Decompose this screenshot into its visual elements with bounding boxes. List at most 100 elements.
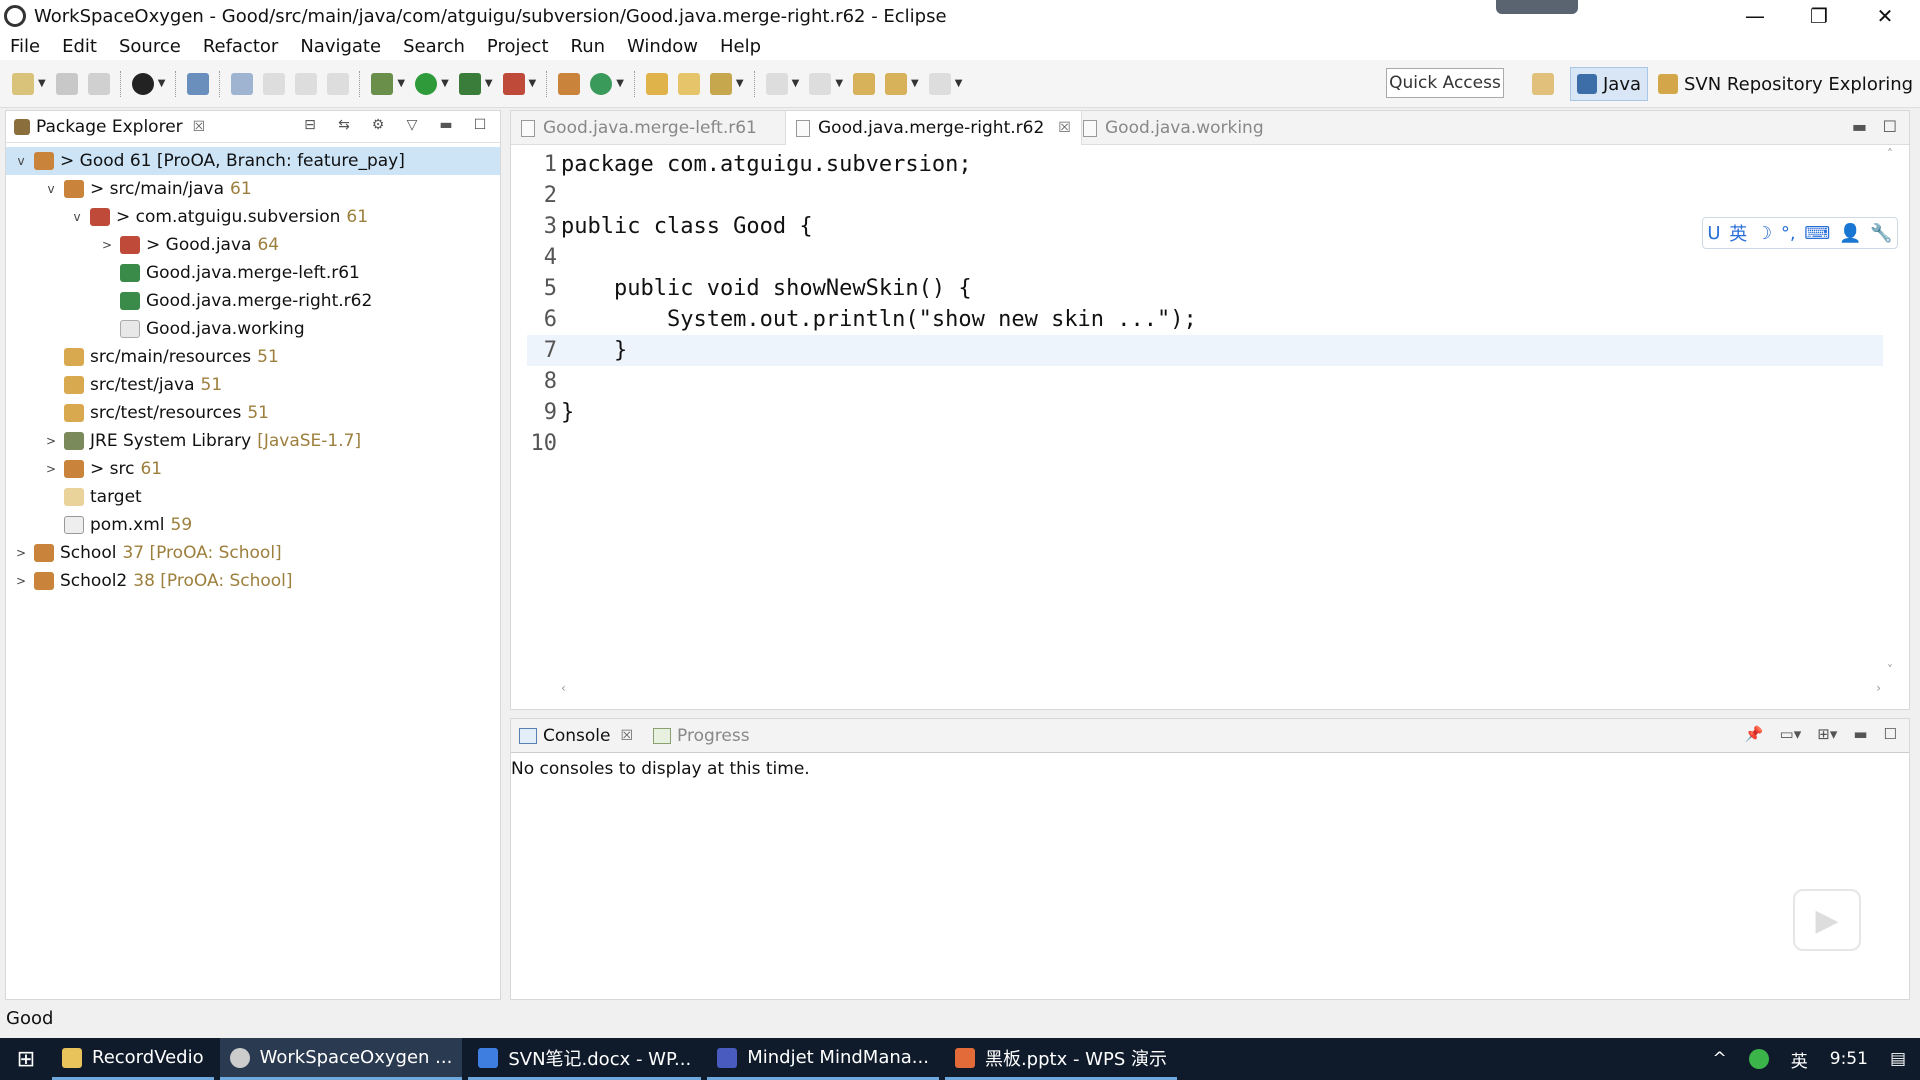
tab-merge-right[interactable]: Good.java.merge-right.r62 ☒ — [785, 111, 1082, 145]
scroll-left-icon[interactable]: ‹ — [561, 681, 566, 695]
tab-progress[interactable]: Progress — [645, 719, 758, 753]
taskbar-app-wps-writer[interactable]: SVN笔记.docx - WP... — [468, 1038, 702, 1080]
ime-moon-icon[interactable]: ☽ — [1756, 223, 1772, 244]
open-perspective-icon[interactable] — [1532, 73, 1554, 95]
search-dropdown-icon[interactable]: ▼ — [736, 78, 744, 89]
tree-item-src-test-java[interactable]: src/test/java 51 — [6, 371, 500, 399]
back-dropdown-icon[interactable]: ▼ — [911, 78, 919, 89]
minimize-view-icon[interactable]: ▬ — [1852, 117, 1867, 136]
code-editor[interactable]: 1 package com.atguigu.subversion; 2 3 publ… — [527, 149, 1883, 679]
pin-console-icon[interactable]: 📌 — [1745, 725, 1764, 743]
tree-item-school2[interactable]: > School2 38 [ProOA: School] — [6, 567, 500, 595]
forward-icon[interactable] — [928, 72, 951, 95]
ime-user-icon[interactable]: 👤 — [1839, 223, 1861, 244]
close-icon[interactable]: ☒ — [621, 728, 634, 744]
tree-item-src-main-java[interactable]: v > src/main/java 61 — [6, 175, 500, 203]
expand-toggle[interactable]: v — [68, 210, 86, 224]
expand-toggle[interactable]: v — [42, 182, 60, 196]
tree-item-good-java[interactable]: > > Good.java 64 — [6, 231, 500, 259]
taskbar-app-recordvedio[interactable]: RecordVedio — [52, 1038, 214, 1080]
expand-toggle[interactable]: v — [12, 154, 30, 168]
run-icon[interactable] — [415, 72, 438, 95]
minimize-view-icon[interactable]: ▬ — [436, 115, 456, 135]
restore-button[interactable]: ❐ — [1794, 0, 1844, 32]
minimize-view-icon[interactable]: ▬ — [1853, 725, 1867, 743]
ime-logo-icon[interactable]: U — [1707, 223, 1720, 244]
new-class-icon[interactable] — [590, 72, 613, 95]
open-console-icon[interactable]: ⊞▾ — [1817, 725, 1837, 743]
tree-item-src-test-resources[interactable]: src/test/resources 51 — [6, 399, 500, 427]
menu-window[interactable]: Window — [627, 36, 698, 57]
ime-keyboard-icon[interactable]: ⌨ — [1804, 223, 1830, 244]
menu-source[interactable]: Source — [119, 36, 181, 57]
open-task-icon[interactable] — [677, 72, 700, 95]
next-annotation-dropdown-icon[interactable]: ▼ — [792, 78, 800, 89]
tree-item-school[interactable]: > School 37 [ProOA: School] — [6, 539, 500, 567]
tray-expand-icon[interactable]: ^ — [1713, 1049, 1727, 1069]
expand-toggle[interactable]: > — [42, 434, 60, 448]
menu-edit[interactable]: Edit — [62, 36, 97, 57]
tree-item-merge-right[interactable]: Good.java.merge-right.r62 — [6, 287, 500, 315]
forward-dropdown-icon[interactable]: ▼ — [955, 78, 963, 89]
new-icon[interactable] — [12, 72, 34, 95]
display-console-icon[interactable]: ▭▾ — [1780, 725, 1802, 743]
start-button[interactable]: ⊞ — [0, 1038, 52, 1080]
svn-icon[interactable] — [131, 72, 154, 95]
notification-icon[interactable]: ▤ — [1890, 1049, 1906, 1069]
external-tools-dropdown-icon[interactable]: ▼ — [529, 78, 537, 89]
close-icon[interactable]: ☒ — [1058, 120, 1071, 136]
link-with-editor-icon[interactable]: ⇆ — [334, 115, 354, 135]
tree-item-package[interactable]: v > com.atguigu.subversion 61 — [6, 203, 500, 231]
back-icon[interactable] — [885, 72, 908, 95]
new-class-dropdown-icon[interactable]: ▼ — [616, 78, 624, 89]
tree-item-src-main-resources[interactable]: src/main/resources 51 — [6, 343, 500, 371]
open-type-icon[interactable] — [645, 72, 668, 95]
menu-help[interactable]: Help — [720, 36, 761, 57]
save-all-icon[interactable] — [87, 72, 110, 95]
tray-ime-indicator[interactable]: 英 — [1791, 1047, 1808, 1072]
last-edit-icon[interactable] — [853, 72, 876, 95]
expand-toggle[interactable]: > — [42, 462, 60, 476]
maximize-view-icon[interactable]: ☐ — [1883, 117, 1897, 136]
tree-item-pom[interactable]: pom.xml 59 — [6, 511, 500, 539]
scroll-up-icon[interactable]: ˄ — [1887, 147, 1893, 161]
new-dropdown-icon[interactable]: ▼ — [38, 78, 46, 89]
menu-run[interactable]: Run — [571, 36, 606, 57]
maximize-view-icon[interactable]: ☐ — [1884, 725, 1897, 743]
minimize-button[interactable]: — — [1730, 0, 1780, 32]
ime-language-toggle[interactable]: 英 — [1729, 220, 1747, 246]
external-tools-icon[interactable] — [502, 72, 525, 95]
previous-annotation-dropdown-icon[interactable]: ▼ — [835, 78, 843, 89]
previous-annotation-icon[interactable] — [809, 72, 832, 95]
tab-console[interactable]: Console ☒ — [511, 719, 641, 753]
coverage-dropdown-icon[interactable]: ▼ — [485, 78, 493, 89]
maximize-view-icon[interactable]: ☐ — [470, 115, 490, 135]
tree-item-working[interactable]: Good.java.working — [6, 315, 500, 343]
tree-item-merge-left[interactable]: Good.java.merge-left.r61 — [6, 259, 500, 287]
view-menu-icon[interactable]: ▽ — [402, 115, 422, 135]
tray-clock[interactable]: 9:51 — [1830, 1049, 1868, 1069]
next-annotation-icon[interactable] — [765, 72, 788, 95]
menu-file[interactable]: File — [10, 36, 40, 57]
show-whitespace-icon[interactable] — [327, 72, 350, 95]
tree-item-jre-library[interactable]: > JRE System Library [JavaSE-1.7] — [6, 427, 500, 455]
save-icon[interactable] — [55, 72, 78, 95]
ime-punctuation-icon[interactable]: °, — [1781, 223, 1796, 244]
close-window-button[interactable]: ✕ — [1860, 0, 1910, 32]
coverage-icon[interactable] — [458, 72, 481, 95]
menu-refactor[interactable]: Refactor — [203, 36, 279, 57]
collapse-all-icon[interactable]: ⊟ — [300, 115, 320, 135]
debug-icon[interactable] — [371, 72, 394, 95]
tree-item-good-project[interactable]: v > Good 61 [ProOA, Branch: feature_pay] — [6, 147, 500, 175]
block-select-icon[interactable] — [295, 72, 318, 95]
debug-dropdown-icon[interactable]: ▼ — [397, 78, 405, 89]
perspective-svn[interactable]: SVN Repository Exploring — [1652, 67, 1919, 101]
perspective-java[interactable]: Java — [1570, 67, 1649, 101]
tray-app-icon[interactable] — [1748, 1049, 1769, 1069]
menu-project[interactable]: Project — [487, 36, 549, 57]
vertical-scrollbar[interactable]: ˄ ˅ — [1887, 147, 1901, 677]
quick-access-field[interactable]: Quick Access — [1386, 68, 1504, 98]
scroll-right-icon[interactable]: › — [1876, 681, 1881, 695]
new-package-icon[interactable] — [558, 72, 581, 95]
skip-breakpoints-icon[interactable] — [231, 72, 254, 95]
